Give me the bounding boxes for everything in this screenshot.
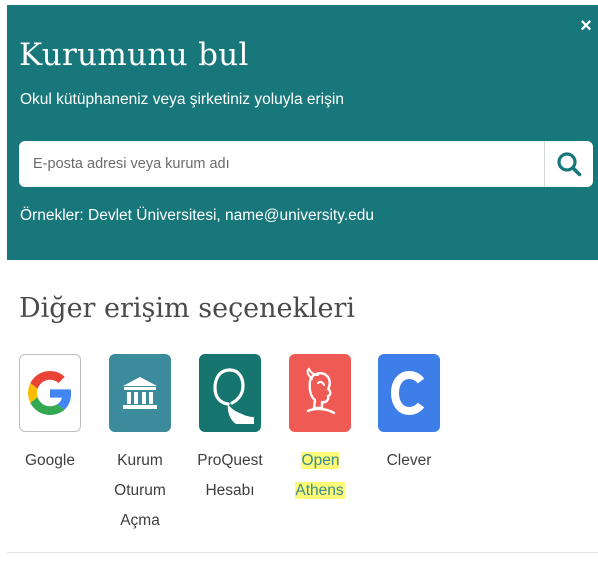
- clever-login-option[interactable]: Clever: [364, 354, 454, 476]
- other-access-options-title: Diğer erişim seçenekleri: [19, 293, 356, 324]
- proquest-tile[interactable]: [199, 354, 261, 432]
- divider: [7, 552, 598, 553]
- search-input[interactable]: [19, 141, 539, 187]
- clever-option-label: Clever: [386, 452, 432, 469]
- google-login-option[interactable]: Google: [5, 354, 95, 476]
- proquest-option-label: ProQuest Hesabı: [197, 452, 263, 499]
- openathens-option-label: Open Athens: [275, 446, 365, 506]
- page-title: Kurumunu bul: [19, 37, 249, 73]
- find-institution-panel: × Kurumunu bul Okul kütüphaneniz veya şi…: [7, 5, 598, 260]
- search-button[interactable]: [544, 141, 593, 187]
- institution-option-label: Kurum Oturum Açma: [114, 452, 166, 529]
- close-icon[interactable]: ×: [580, 15, 592, 37]
- page-subtitle: Okul kütüphaneniz veya şirketiniz yoluyl…: [20, 91, 344, 108]
- search-icon[interactable]: [556, 151, 582, 177]
- clever-tile[interactable]: [378, 354, 440, 432]
- close-button[interactable]: ×: [578, 15, 594, 37]
- openathens-option[interactable]: Open Athens: [275, 354, 365, 506]
- institution-tile[interactable]: [109, 354, 171, 432]
- proquest-q-icon: [213, 368, 254, 424]
- institution-login-dialog: × Kurumunu bul Okul kütüphaneniz veya şi…: [0, 0, 598, 568]
- google-g-icon: [28, 371, 72, 415]
- openathens-label-highlight: Open Athens: [295, 452, 345, 499]
- openathens-tile[interactable]: [289, 354, 351, 432]
- institution-search-box: [19, 141, 593, 187]
- search-examples-hint: Örnekler: Devlet Üniversitesi, name@univ…: [20, 207, 374, 224]
- google-tile[interactable]: [19, 354, 81, 432]
- clever-c-icon: [390, 370, 425, 416]
- institution-building-icon: [123, 377, 157, 409]
- institution-login-option[interactable]: Kurum Oturum Açma: [95, 354, 185, 536]
- proquest-account-option[interactable]: ProQuest Hesabı: [185, 354, 275, 506]
- google-option-label: Google: [25, 452, 75, 469]
- athena-head-icon: [306, 367, 336, 415]
